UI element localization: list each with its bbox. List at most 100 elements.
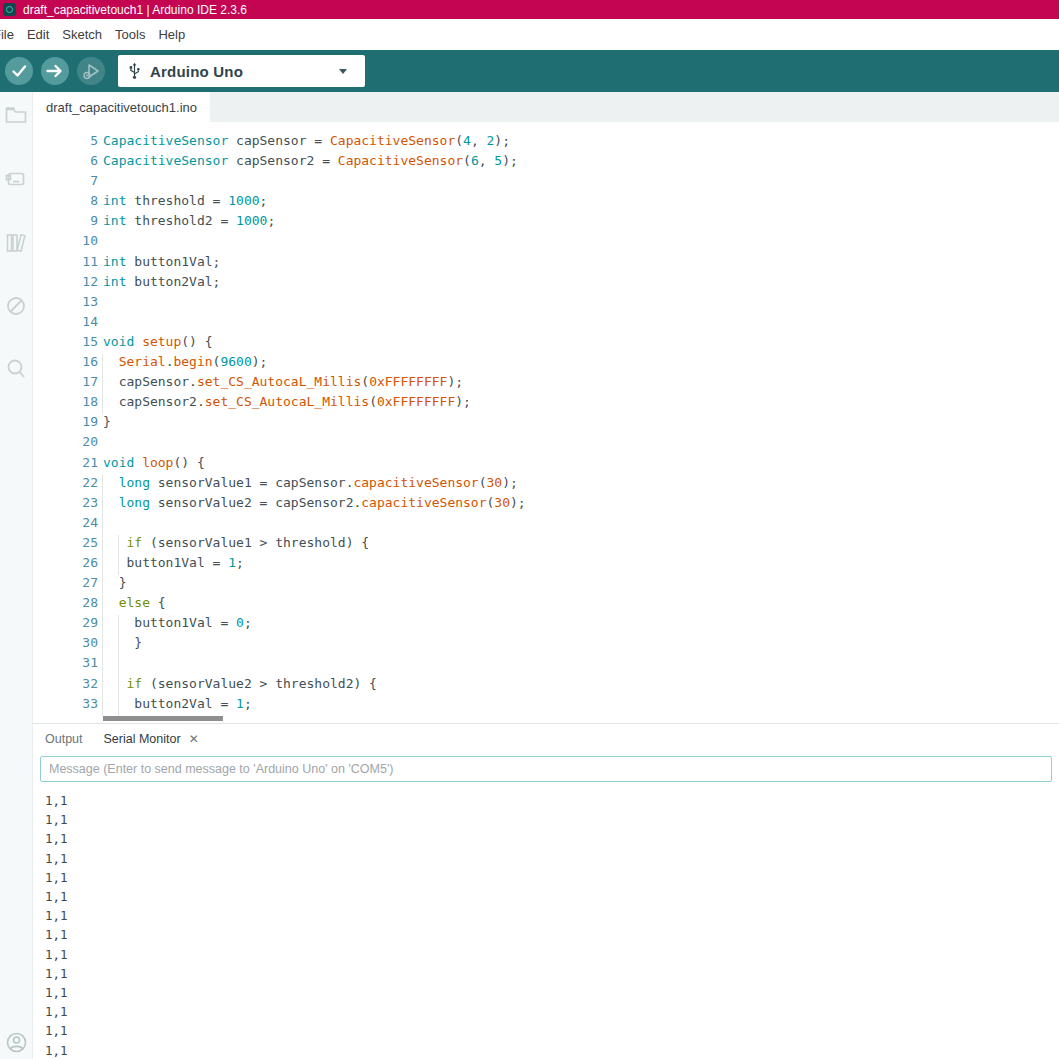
menu-item-tools[interactable]: Tools (115, 27, 145, 42)
line-number: 8 (33, 193, 103, 213)
line-number: 31 (33, 655, 103, 675)
line-number: 21 (33, 455, 103, 475)
tab-draft-capacitivetouch1[interactable]: draft_capacitivetouch1.ino (33, 92, 210, 122)
line-number: 12 (33, 274, 103, 294)
line-number: 19 (33, 414, 103, 434)
serial-line: 1,1 (45, 868, 1059, 887)
code-editor[interactable]: 5CapacitiveSensor capSensor = Capacitive… (33, 122, 1059, 723)
bottom-panel: Output Serial Monitor ✕ 1,11,11,11,11,11… (33, 723, 1059, 1059)
code-line: 7 (33, 173, 1059, 193)
serial-line: 1,1 (45, 810, 1059, 829)
serial-line: 1,1 (45, 1002, 1059, 1021)
sketchbook-folder-icon[interactable] (4, 103, 28, 127)
line-number: 33 (33, 696, 103, 716)
close-icon[interactable]: ✕ (189, 732, 199, 746)
code-line: 6CapacitiveSensor capSensor2 = Capacitiv… (33, 153, 1059, 173)
serial-line: 1,1 (45, 925, 1059, 944)
serial-line: 1,1 (45, 945, 1059, 964)
code-line: 20 (33, 434, 1059, 454)
tab-serial-monitor[interactable]: Serial Monitor (104, 732, 181, 746)
library-manager-icon[interactable] (4, 231, 28, 255)
code-line: 24 (33, 515, 1059, 535)
serial-line: 1,1 (45, 849, 1059, 868)
code-line: 22 long sensorValue1 = capSensor.capacit… (33, 475, 1059, 495)
line-number: 13 (33, 294, 103, 314)
line-number: 22 (33, 475, 103, 495)
code-line: 26 button1Val = 1; (33, 555, 1059, 575)
code-line: 27 } (33, 575, 1059, 595)
serial-line: 1,1 (45, 829, 1059, 848)
caret-down-icon (339, 69, 347, 74)
serial-line: 1,1 (45, 964, 1059, 983)
code-line: 5CapacitiveSensor capSensor = Capacitive… (33, 133, 1059, 153)
code-line: 15void setup() { (33, 334, 1059, 354)
tab-output[interactable]: Output (45, 732, 83, 746)
code-line: 9int threshold2 = 1000; (33, 213, 1059, 233)
search-icon[interactable] (4, 357, 28, 381)
code-line: 32 if (sensorValue2 > threshold2) { (33, 676, 1059, 696)
indent-guide (118, 615, 119, 716)
menu-bar: File Edit Sketch Tools Help (0, 19, 1059, 50)
code-line: 12int button2Val; (33, 274, 1059, 294)
serial-line: 1,1 (45, 906, 1059, 925)
line-number: 5 (33, 133, 103, 153)
line-number: 25 (33, 535, 103, 555)
line-number: 20 (33, 434, 103, 454)
serial-line: 1,1 (45, 887, 1059, 906)
menu-item-help[interactable]: Help (158, 27, 185, 42)
line-number: 18 (33, 394, 103, 414)
line-number: 29 (33, 615, 103, 635)
debug-button[interactable] (77, 57, 105, 85)
code-line: 14 (33, 314, 1059, 334)
horizontal-scrollbar[interactable] (103, 716, 223, 721)
editor-tabstrip: draft_capacitivetouch1.ino (33, 92, 1059, 122)
title-bar: draft_capacitivetouch1 | Arduino IDE 2.3… (0, 0, 1059, 19)
line-number: 24 (33, 515, 103, 535)
line-number: 11 (33, 254, 103, 274)
serial-line: 1,1 (45, 791, 1059, 810)
code-line: 29 button1Val = 0; (33, 615, 1059, 635)
line-number: 28 (33, 595, 103, 615)
line-number: 16 (33, 354, 103, 374)
indent-guide (118, 535, 119, 575)
board-selector-label: Arduino Uno (150, 63, 243, 80)
menu-item-edit[interactable]: Edit (27, 27, 49, 42)
board-selector[interactable]: Arduino Uno (118, 55, 365, 87)
serial-line: 1,1 (45, 983, 1059, 1002)
serial-line: 1,1 (45, 1041, 1059, 1059)
indent-guide (102, 354, 103, 414)
activity-sidebar (0, 92, 33, 1059)
boards-manager-icon[interactable] (4, 167, 28, 191)
line-number: 10 (33, 233, 103, 253)
code-line: 11int button1Val; (33, 254, 1059, 274)
indent-guide (102, 475, 103, 716)
check-icon (10, 62, 28, 80)
code-line: 25 if (sensorValue1 > threshold) { (33, 535, 1059, 555)
line-number: 30 (33, 635, 103, 655)
line-number: 15 (33, 334, 103, 354)
code-line: 21void loop() { (33, 455, 1059, 475)
upload-button[interactable] (41, 57, 69, 85)
toolbar: Arduino Uno (0, 50, 1059, 92)
line-number: 14 (33, 314, 103, 334)
menu-item-file[interactable]: File (0, 27, 14, 42)
menu-item-sketch[interactable]: Sketch (62, 27, 102, 42)
right-arrow-icon (45, 63, 65, 79)
serial-message-input[interactable] (40, 756, 1052, 782)
code-line: 31 (33, 655, 1059, 675)
line-number: 32 (33, 676, 103, 696)
panel-tabs: Output Serial Monitor ✕ (33, 724, 1059, 754)
code-line: 17 capSensor.set_CS_AutocaL_Millis(0xFFF… (33, 374, 1059, 394)
code-line: 23 long sensorValue2 = capSensor2.capaci… (33, 495, 1059, 515)
line-number: 23 (33, 495, 103, 515)
code-line: 16 Serial.begin(9600); (33, 354, 1059, 374)
code-line: 30 } (33, 635, 1059, 655)
line-number: 6 (33, 153, 103, 173)
debug-disabled-icon[interactable] (5, 295, 27, 317)
verify-button[interactable] (5, 57, 33, 85)
code-line: 33 button2Val = 1; (33, 696, 1059, 716)
code-line: 28 else { (33, 595, 1059, 615)
line-number: 9 (33, 213, 103, 233)
window-title: draft_capacitivetouch1 | Arduino IDE 2.3… (23, 3, 247, 17)
account-icon[interactable] (6, 1032, 27, 1053)
